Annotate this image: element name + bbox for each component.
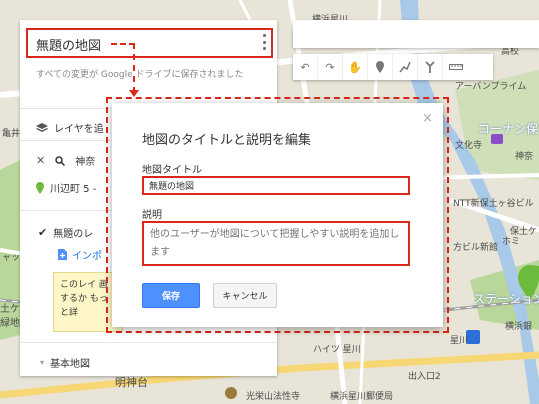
map-label-ntt: NTT新保土ヶ谷ビル bbox=[453, 199, 534, 209]
ruler-icon bbox=[448, 64, 463, 70]
hand-icon: ✋ bbox=[348, 60, 362, 74]
marker-icon bbox=[376, 61, 384, 73]
map-label-yokohama-bank: 横浜銀 bbox=[505, 322, 533, 332]
base-map-row[interactable]: ▾ 基本地図 bbox=[40, 355, 90, 370]
layer-item[interactable]: ✔ 無題のレ bbox=[38, 225, 93, 240]
layer-name: 無題のレ bbox=[53, 229, 94, 240]
map-label-bunkasha: 文化寺 bbox=[455, 141, 483, 151]
map-label-conan: コーナン保 bbox=[478, 122, 539, 136]
save-status: すべての変更が Google ドライブに保存されました bbox=[36, 70, 244, 80]
map-label-heights: ハイツ 星川 bbox=[313, 345, 361, 355]
annotation-connector bbox=[111, 43, 135, 45]
base-map-label: 基本地図 bbox=[50, 359, 91, 370]
map-label-homi: ホミ bbox=[502, 237, 521, 247]
measure-button[interactable] bbox=[443, 54, 468, 80]
map-label-kamishin: 神奈 bbox=[515, 152, 534, 162]
save-button[interactable]: 保存 bbox=[142, 283, 200, 308]
cancel-button[interactable]: キャンセル bbox=[213, 283, 277, 308]
checkbox-checked-icon[interactable]: ✔ bbox=[38, 226, 47, 239]
search-box[interactable] bbox=[293, 20, 539, 48]
undo-button[interactable]: ↶ bbox=[293, 54, 318, 80]
draw-line-icon bbox=[399, 61, 411, 73]
file-icon bbox=[58, 249, 67, 260]
search-result-item[interactable]: 川辺町 5 - bbox=[36, 180, 96, 195]
map-title-label: 地図タイトル bbox=[142, 165, 202, 176]
map-label-entrance: 出入口2 bbox=[408, 372, 441, 382]
divider bbox=[20, 342, 277, 343]
map-label-temple: 光栄山法性寺 bbox=[246, 392, 301, 402]
map-label-kamei: 亀井 bbox=[2, 129, 21, 139]
route-icon bbox=[425, 61, 435, 73]
search-result-header: ✕ 神奈 bbox=[36, 153, 95, 168]
map-label-jack: ャッ bbox=[2, 253, 21, 263]
green-pin-icon bbox=[36, 181, 44, 194]
close-icon[interactable]: × bbox=[422, 111, 433, 126]
map-label-kaigi: 土ケ bbox=[0, 304, 20, 315]
description-label: 説明 bbox=[142, 210, 162, 221]
dialog-heading: 地図のタイトルと説明を編集 bbox=[142, 133, 312, 148]
import-link[interactable]: インポ bbox=[58, 247, 102, 262]
map-label-station: ステーション bbox=[473, 292, 539, 306]
map-title-input[interactable] bbox=[142, 176, 410, 195]
description-input[interactable] bbox=[142, 221, 410, 266]
map-label-building: 方ビル新館 bbox=[453, 243, 499, 253]
search-icon bbox=[55, 155, 66, 166]
map-label-apartment: アーバンプライム bbox=[455, 82, 527, 92]
import-label: インポ bbox=[72, 251, 102, 262]
layers-icon bbox=[36, 122, 48, 132]
map-label-meiji: 明神台 bbox=[115, 376, 148, 389]
add-layer-button[interactable]: レイヤを追 bbox=[36, 120, 104, 135]
draw-line-button[interactable] bbox=[393, 54, 418, 80]
edit-title-dialog: × 地図のタイトルと説明を編集 地図タイトル 説明 保存 キャンセル bbox=[112, 103, 443, 327]
route-button[interactable] bbox=[418, 54, 443, 80]
marker-button[interactable] bbox=[368, 54, 393, 80]
close-icon[interactable]: ✕ bbox=[36, 154, 45, 167]
undo-icon: ↶ bbox=[300, 60, 310, 74]
search-result-label: 川辺町 5 - bbox=[50, 184, 97, 195]
annotation-arrow bbox=[129, 90, 139, 97]
add-layer-label: レイヤを追 bbox=[54, 124, 104, 135]
redo-button[interactable]: ↷ bbox=[318, 54, 343, 80]
map-label-ryokuchi: 緑地 bbox=[0, 318, 20, 329]
search-query: 神奈 bbox=[75, 157, 96, 168]
map-toolbar: ↶ ↷ ✋ bbox=[293, 54, 493, 80]
annotation-connector bbox=[133, 43, 135, 93]
annotation-title-box bbox=[26, 28, 273, 58]
redo-icon: ↷ bbox=[325, 60, 335, 74]
map-label-hoshikawa: 星川 bbox=[450, 336, 469, 346]
map-label-post-office: 横浜星川郵便局 bbox=[330, 392, 394, 402]
hand-button[interactable]: ✋ bbox=[343, 54, 368, 80]
chevron-down-icon[interactable]: ▾ bbox=[40, 358, 44, 367]
